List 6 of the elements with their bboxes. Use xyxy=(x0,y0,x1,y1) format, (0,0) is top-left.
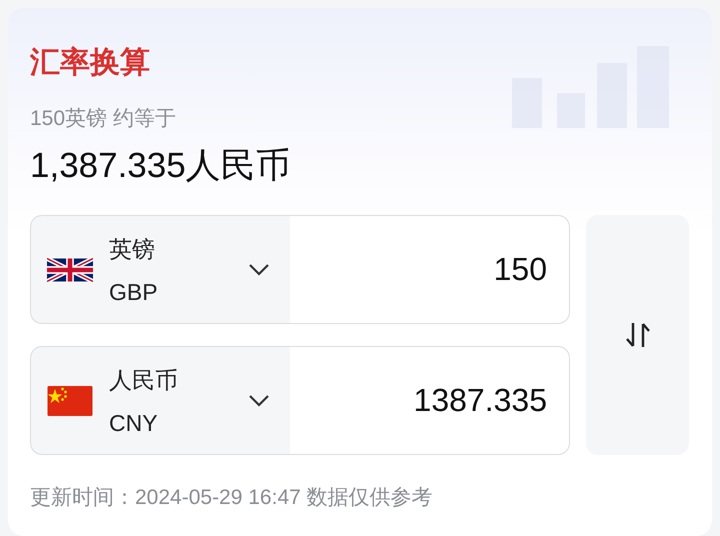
result-text: 1,387.335人民币 xyxy=(30,145,292,187)
swap-button[interactable] xyxy=(586,215,689,455)
amount-text: 150英镑 约等于 xyxy=(30,106,177,132)
swap-icon xyxy=(624,320,650,350)
page-title: 汇率换算 xyxy=(30,48,151,78)
update-time-text: 更新时间：2024-05-29 16:47 数据仅供参考 xyxy=(30,485,434,511)
